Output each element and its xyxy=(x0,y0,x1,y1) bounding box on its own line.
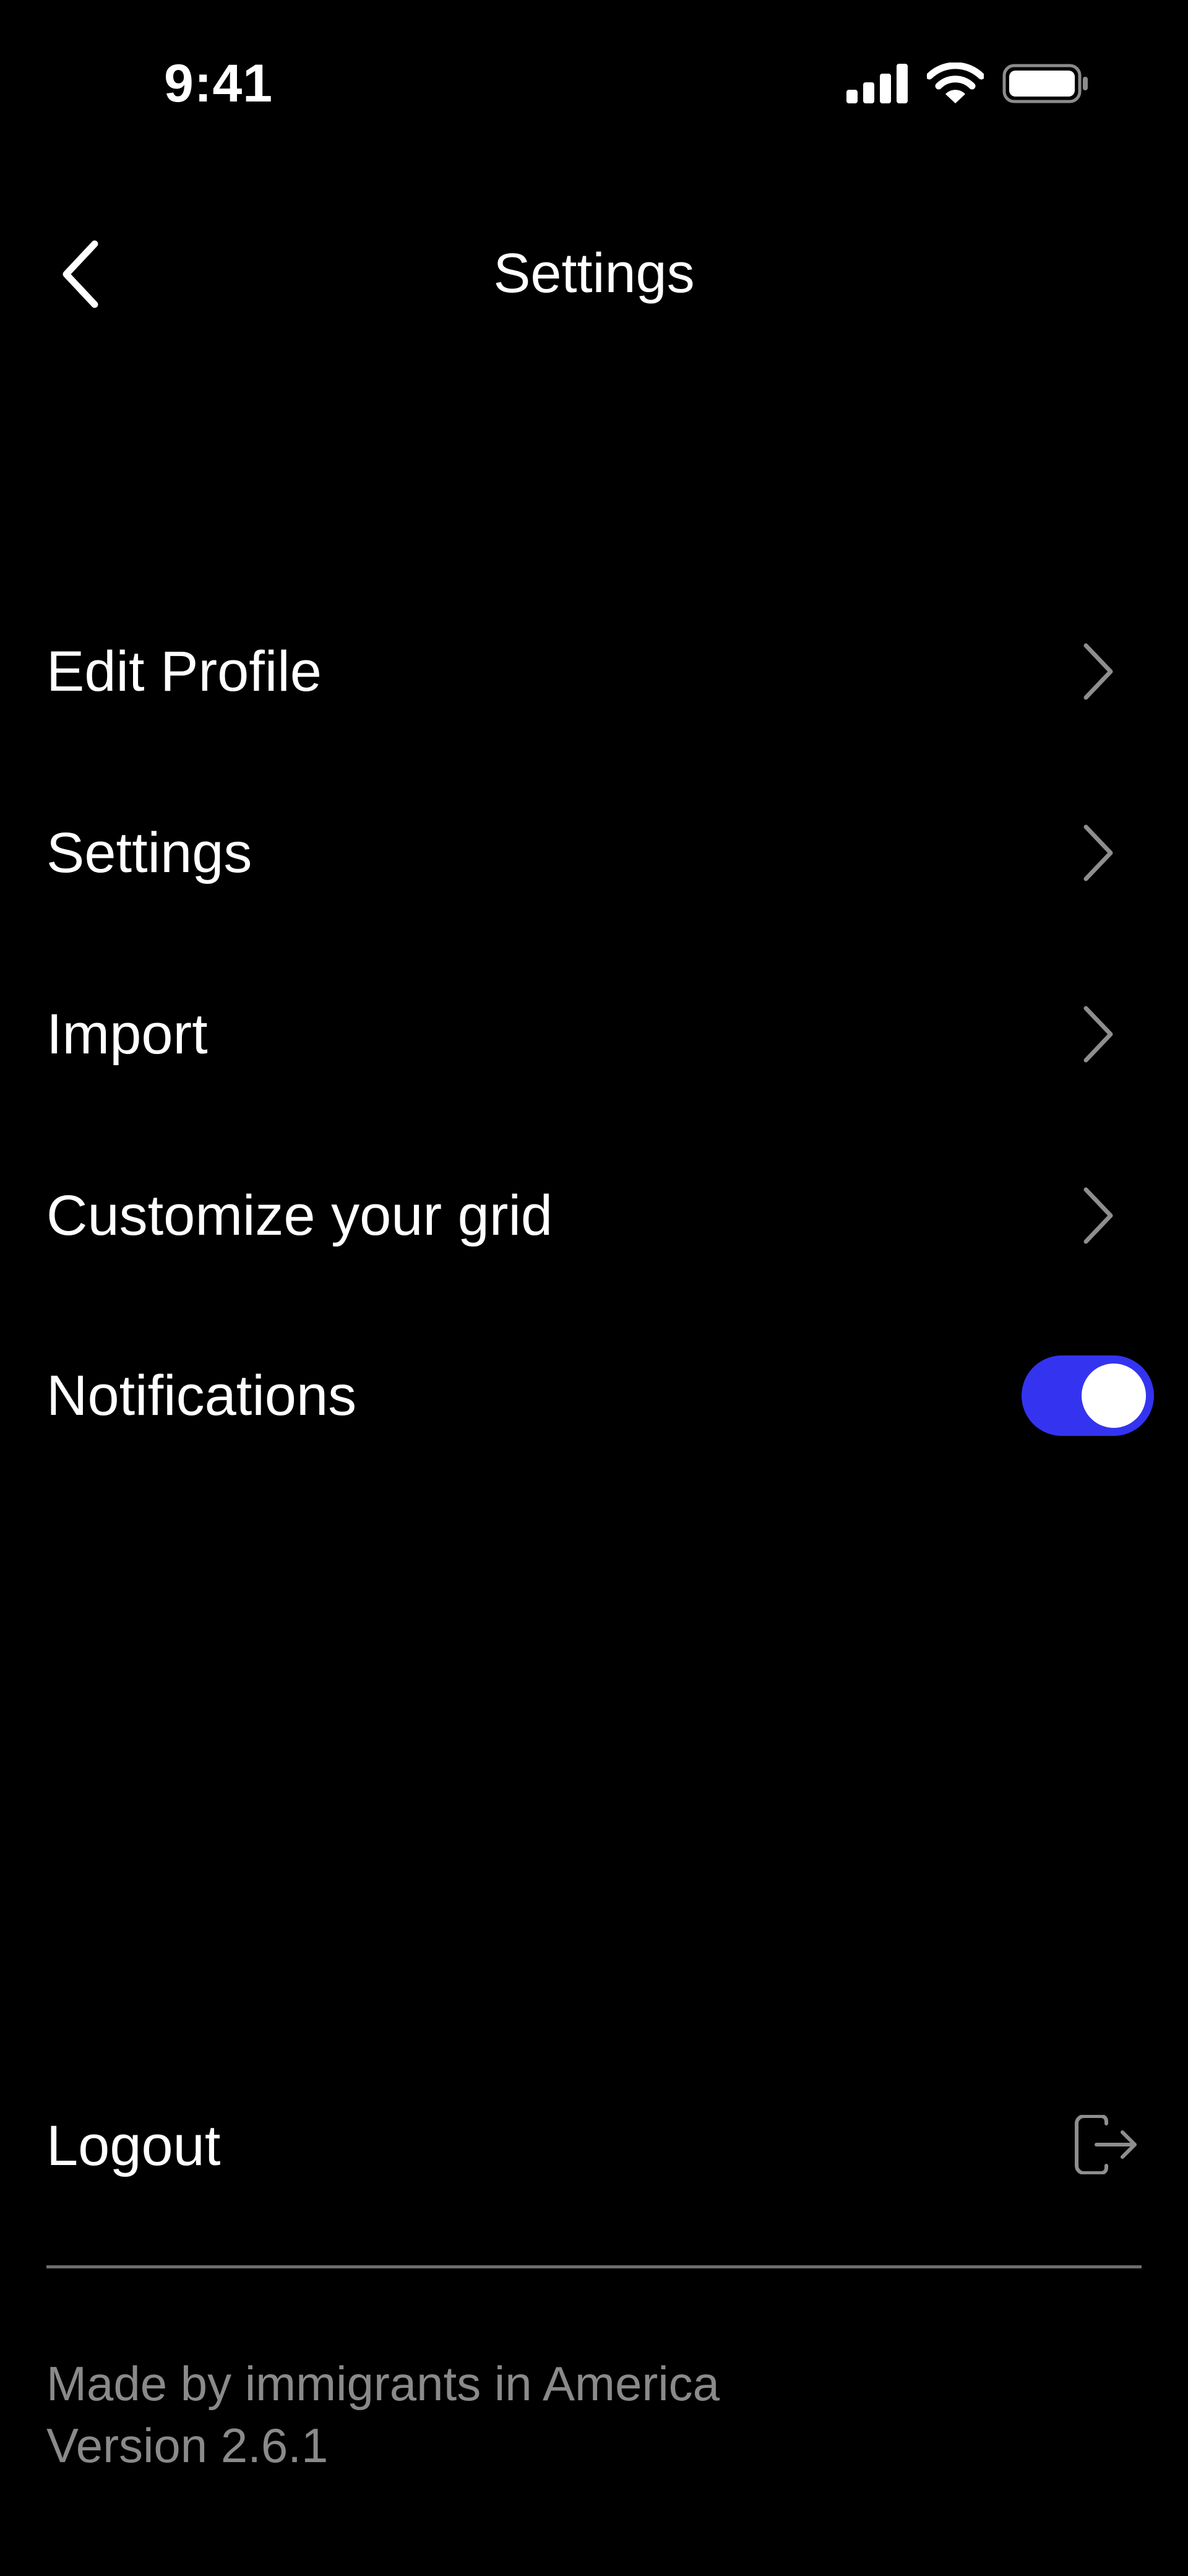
chevron-right-icon xyxy=(1074,822,1123,884)
menu-item-notifications: Notifications xyxy=(46,1334,1154,1458)
chevron-right-icon xyxy=(1074,1003,1123,1065)
logout-label: Logout xyxy=(46,2114,221,2177)
chevron-right-icon xyxy=(1074,1185,1123,1247)
app-version: Version 2.6.1 xyxy=(46,2418,329,2473)
status-time: 9:41 xyxy=(164,54,273,113)
menu-item-label: Import xyxy=(46,1003,208,1066)
logout-button[interactable]: Logout xyxy=(46,2084,1142,2208)
menu-item-label: Settings xyxy=(46,821,252,884)
status-icons xyxy=(846,61,1089,109)
menu-item-import[interactable]: Import xyxy=(46,972,1142,1096)
menu-item-customize-grid[interactable]: Customize your grid xyxy=(46,1154,1142,1277)
page-title: Settings xyxy=(493,243,695,305)
battery-icon xyxy=(1002,64,1089,106)
cellular-signal-icon xyxy=(846,63,908,106)
wifi-icon xyxy=(926,61,985,108)
menu-item-label: Customize your grid xyxy=(46,1184,553,1247)
menu-item-edit-profile[interactable]: Edit Profile xyxy=(46,610,1142,733)
footer-tagline: Made by immigrants in America xyxy=(46,2356,720,2411)
logout-icon xyxy=(1074,2114,1138,2177)
chevron-right-icon xyxy=(1074,641,1123,702)
notifications-toggle[interactable] xyxy=(1022,1355,1154,1436)
toggle-knob xyxy=(1082,1364,1146,1428)
notifications-label: Notifications xyxy=(46,1364,357,1427)
menu-item-label: Edit Profile xyxy=(46,640,322,703)
divider xyxy=(46,2265,1142,2268)
menu-item-settings[interactable]: Settings xyxy=(46,791,1142,915)
